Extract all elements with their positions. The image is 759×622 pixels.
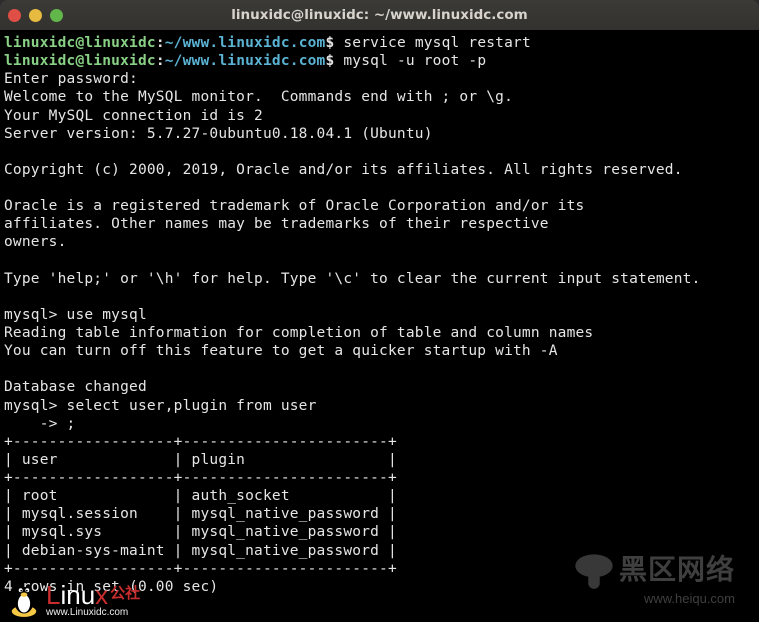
output-line: affiliates. Other names may be trademark…: [4, 216, 549, 232]
maximize-icon[interactable]: [50, 9, 63, 22]
prompt-user: linuxidc@linuxidc: [4, 53, 156, 69]
table-border: +------------------+--------------------…: [4, 470, 397, 486]
table-header: | user | plugin |: [4, 452, 397, 468]
table-row: | mysql.sys | mysql_native_password |: [4, 524, 397, 540]
command-line: service mysql restart: [343, 35, 531, 51]
table-border: +------------------+--------------------…: [4, 434, 397, 450]
prompt-cwd: ~/www.linuxidc.com: [165, 35, 326, 51]
output-line: mysql> select user,plugin from user: [4, 398, 317, 414]
close-icon[interactable]: [8, 9, 21, 22]
output-line: mysql> use mysql: [4, 307, 147, 323]
output-line: Welcome to the MySQL monitor. Commands e…: [4, 89, 513, 105]
output-line: owners.: [4, 234, 67, 250]
table-row: | debian-sys-maint | mysql_native_passwo…: [4, 543, 397, 559]
table-row: | mysql.session | mysql_native_password …: [4, 506, 397, 522]
window-titlebar: linuxidc@linuxidc: ~/www.linuxidc.com: [0, 0, 759, 30]
output-line: -> ;: [4, 416, 75, 432]
output-line: Oracle is a registered trademark of Orac…: [4, 198, 584, 214]
terminal-output[interactable]: linuxidc@linuxidc:~/www.linuxidc.com$ se…: [0, 30, 759, 622]
minimize-icon[interactable]: [29, 9, 42, 22]
output-line: Copyright (c) 2000, 2019, Oracle and/or …: [4, 162, 683, 178]
output-line: Server version: 5.7.27-0ubuntu0.18.04.1 …: [4, 126, 433, 142]
prompt-user: linuxidc@linuxidc: [4, 35, 156, 51]
output-line: Your MySQL connection id is 2: [4, 108, 263, 124]
command-line: mysql -u root -p: [343, 53, 486, 69]
window-controls: [8, 9, 63, 22]
table-border: +------------------+--------------------…: [4, 561, 397, 577]
prompt-sigil: $: [326, 35, 335, 51]
output-line: You can turn off this feature to get a q…: [4, 343, 558, 359]
output-line: Reading table information for completion…: [4, 325, 593, 341]
table-row: | root | auth_socket |: [4, 488, 397, 504]
window-title: linuxidc@linuxidc: ~/www.linuxidc.com: [0, 7, 759, 23]
prompt-cwd: ~/www.linuxidc.com: [165, 53, 326, 69]
output-line: Database changed: [4, 379, 147, 395]
prompt-sigil: $: [326, 53, 335, 69]
output-line: 4 rows in set (0.00 sec): [4, 579, 218, 595]
prompt-sep: :: [156, 53, 165, 69]
prompt-sep: :: [156, 35, 165, 51]
output-line: Type 'help;' or '\h' for help. Type '\c'…: [4, 271, 701, 287]
output-line: Enter password:: [4, 71, 138, 87]
